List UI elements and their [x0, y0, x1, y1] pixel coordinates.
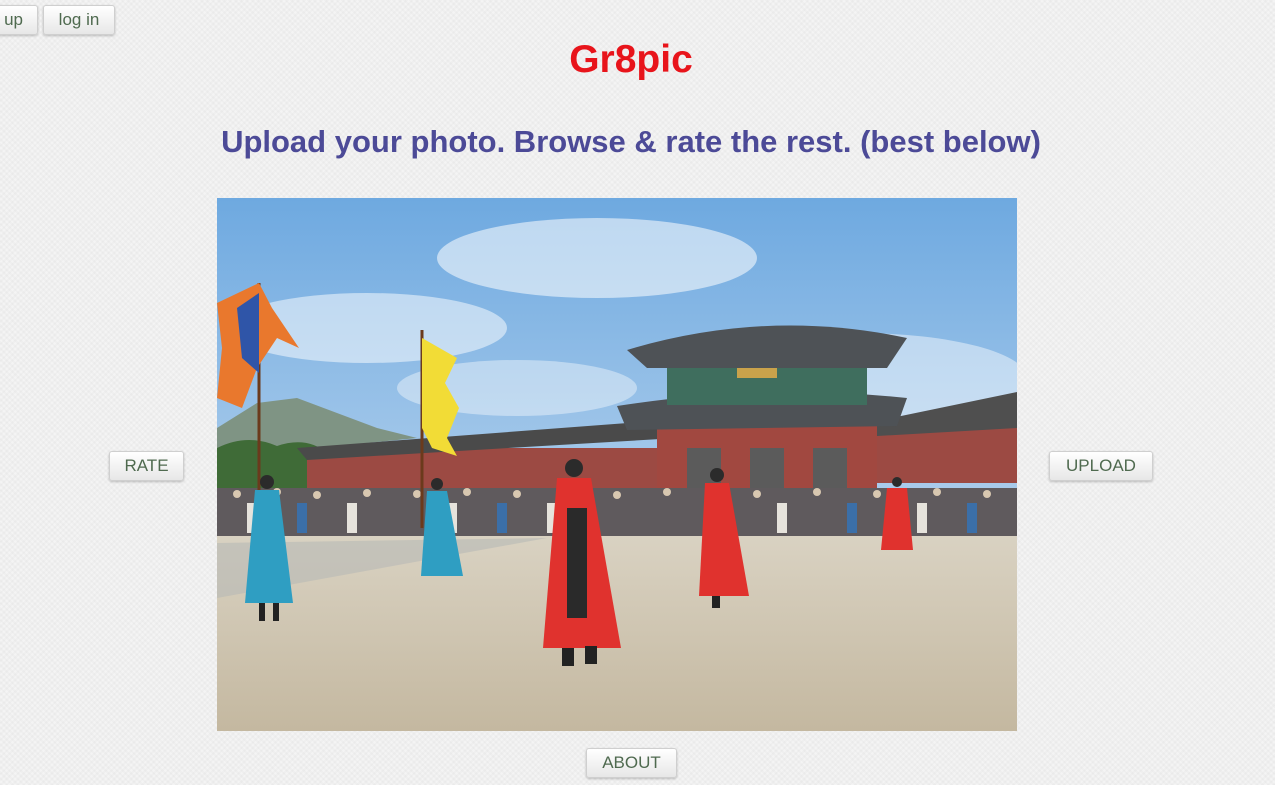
- site-title: Gr8pic: [569, 38, 693, 81]
- rate-button[interactable]: RATE: [109, 451, 184, 481]
- tagline: Upload your photo. Browse & rate the res…: [221, 124, 1041, 159]
- about-button[interactable]: ABOUT: [586, 748, 677, 778]
- login-button[interactable]: log in: [43, 5, 115, 35]
- upload-button[interactable]: UPLOAD: [1049, 451, 1153, 481]
- signup-button[interactable]: up: [0, 5, 38, 35]
- featured-photo[interactable]: [217, 198, 1017, 731]
